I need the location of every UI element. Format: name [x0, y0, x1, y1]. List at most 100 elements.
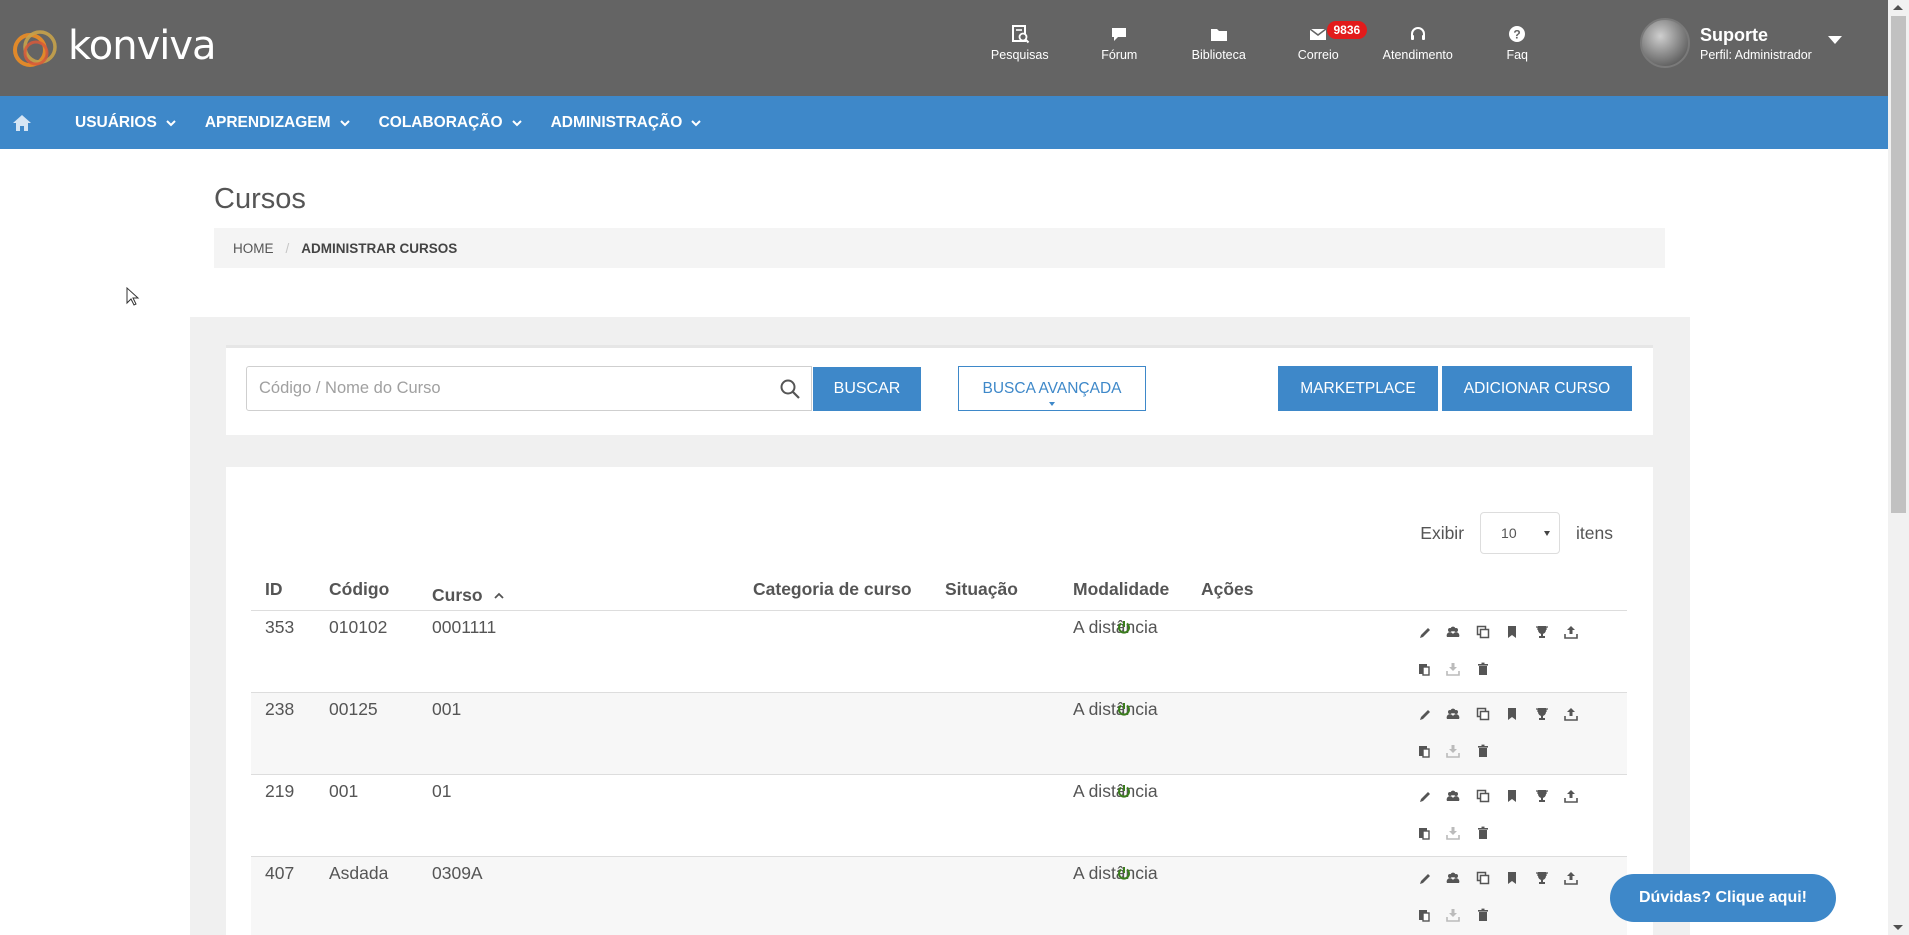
trophy-icon [1535, 626, 1548, 638]
advanced-search-button[interactable]: BUSCA AVANÇADA [958, 366, 1146, 411]
page-size-unit: itens [1576, 522, 1613, 543]
col-categoria[interactable]: Categoria de curso [753, 579, 912, 600]
copy-action[interactable] [1468, 707, 1498, 744]
table-row: 238 00125 001 A distância [251, 693, 1627, 775]
nav-faq[interactable]: ? Faq [1468, 24, 1568, 62]
cell-codigo: 010102 [329, 617, 388, 637]
bookmark-icon [1508, 626, 1517, 638]
power-status-icon[interactable] [1117, 702, 1131, 716]
bookmark-action[interactable] [1498, 789, 1528, 826]
edit-icon [1419, 792, 1430, 802]
edit-icon [1419, 628, 1430, 638]
menu-administracao[interactable]: ADMINISTRAÇÃO [551, 114, 703, 132]
chevron-down-icon [691, 119, 702, 126]
caret-down-icon[interactable] [1827, 36, 1842, 44]
upload-action[interactable] [1557, 625, 1587, 662]
top-navigation: Pesquisas Fórum Biblioteca 9836 Correio … [970, 21, 1568, 62]
cell-codigo: 001 [329, 781, 359, 801]
col-codigo[interactable]: Código [329, 579, 389, 600]
col-id[interactable]: ID [265, 579, 283, 600]
col-situacao[interactable]: Situação [945, 579, 1018, 600]
chevron-down-icon [339, 119, 350, 126]
page-scrollbar[interactable] [1888, 0, 1909, 935]
scroll-up-arrow-icon[interactable] [1893, 5, 1903, 10]
nav-atendimento-label: Atendimento [1382, 48, 1453, 62]
power-status-icon[interactable] [1117, 866, 1131, 880]
bookmark-action[interactable] [1498, 707, 1528, 744]
nav-biblioteca[interactable]: Biblioteca [1169, 24, 1269, 62]
trash-action[interactable] [1468, 908, 1498, 935]
nav-forum[interactable]: Fórum [1070, 24, 1170, 62]
breadcrumb-home[interactable]: HOME [233, 241, 274, 256]
bookmark-action[interactable] [1498, 625, 1528, 662]
logo-text: konviva [68, 23, 217, 69]
users-action[interactable] [1439, 789, 1469, 826]
search-button[interactable]: BUSCAR [813, 367, 921, 411]
menu-aprendizagem[interactable]: APRENDIZAGEM [205, 114, 351, 132]
user-info: Suporte Perfil: Administrador [1700, 25, 1812, 62]
main-menu: USUÁRIOS APRENDIZAGEM COLABORAÇÃO ADMINI… [0, 96, 1888, 149]
help-button[interactable]: Dúvidas? Clique aqui! [1610, 874, 1836, 922]
copy-icon [1476, 625, 1489, 639]
col-curso[interactable]: Curso [432, 585, 505, 606]
konviva-logo[interactable]: konviva [10, 22, 217, 70]
users-action[interactable] [1439, 871, 1469, 908]
menu-colaboracao[interactable]: COLABORAÇÃO [379, 114, 523, 132]
paste-action[interactable] [1409, 908, 1439, 935]
nav-atendimento[interactable]: Atendimento [1368, 24, 1468, 62]
trophy-action[interactable] [1527, 707, 1557, 744]
bookmark-action[interactable] [1498, 871, 1528, 908]
users-action[interactable] [1439, 707, 1469, 744]
col-modalidade[interactable]: Modalidade [1073, 579, 1169, 600]
menu-usuarios[interactable]: USUÁRIOS [75, 114, 177, 132]
table-header: ID Código Curso Categoria de curso Situa… [251, 567, 1627, 611]
menu-colaboracao-label: COLABORAÇÃO [378, 113, 503, 131]
mail-icon [1309, 28, 1327, 40]
user-menu[interactable]: Suporte Perfil: Administrador [1640, 18, 1842, 68]
forum-icon [1112, 28, 1127, 41]
copy-icon [1476, 871, 1489, 885]
edit-action[interactable] [1409, 789, 1439, 826]
edit-action[interactable] [1409, 707, 1439, 744]
svg-text:?: ? [1514, 28, 1521, 42]
scrollbar-thumb[interactable] [1891, 16, 1906, 513]
edit-icon [1419, 710, 1430, 720]
trash-icon [1477, 662, 1488, 675]
copy-icon [1476, 707, 1489, 721]
upload-action[interactable] [1557, 789, 1587, 826]
nav-correio[interactable]: 9836 Correio [1269, 21, 1369, 62]
search-input[interactable] [259, 367, 759, 410]
trophy-action[interactable] [1527, 789, 1557, 826]
page-size-select[interactable]: 10 [1480, 512, 1561, 554]
edit-action[interactable] [1409, 625, 1439, 662]
power-status-icon[interactable] [1117, 620, 1131, 634]
search-icon[interactable] [779, 378, 801, 400]
trophy-action[interactable] [1527, 871, 1557, 908]
users-icon [1446, 708, 1460, 719]
download-action[interactable] [1439, 908, 1469, 935]
bookmark-icon [1508, 790, 1517, 802]
copy-action[interactable] [1468, 625, 1498, 662]
paste-icon [1418, 910, 1430, 922]
upload-action[interactable] [1557, 871, 1587, 908]
upload-action[interactable] [1557, 707, 1587, 744]
scroll-down-arrow-icon[interactable] [1893, 925, 1903, 930]
advanced-search-label: BUSCA AVANÇADA [982, 379, 1122, 397]
power-status-icon[interactable] [1117, 784, 1131, 798]
home-icon[interactable] [12, 113, 32, 133]
cell-id: 407 [265, 863, 295, 883]
copy-action[interactable] [1468, 789, 1498, 826]
trophy-action[interactable] [1527, 625, 1557, 662]
table-row: 219 001 01 A distância [251, 775, 1627, 857]
breadcrumb-current: ADMINISTRAR CURSOS [301, 240, 458, 256]
nav-pesquisas[interactable]: Pesquisas [970, 24, 1070, 62]
users-action[interactable] [1439, 625, 1469, 662]
download-icon [1446, 827, 1461, 840]
add-course-button[interactable]: ADICIONAR CURSO [1442, 366, 1632, 411]
table-row: 353 010102 0001111 A distância [251, 611, 1627, 693]
copy-action[interactable] [1468, 871, 1498, 908]
menu-administracao-label: ADMINISTRAÇÃO [550, 113, 683, 131]
menu-usuarios-label: USUÁRIOS [75, 113, 157, 131]
edit-action[interactable] [1409, 871, 1439, 908]
marketplace-button[interactable]: MARKETPLACE [1278, 366, 1438, 411]
